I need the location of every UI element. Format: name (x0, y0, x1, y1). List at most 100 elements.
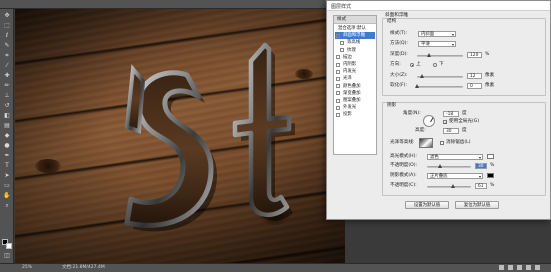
shadow-opacity-input[interactable]: 61 (475, 183, 487, 189)
quick-mask-icon[interactable]: ◫ (3, 253, 11, 259)
depth-input[interactable]: 120 (467, 52, 482, 58)
style-item[interactable]: 等高线 (335, 39, 375, 46)
crop-tool-icon[interactable]: ⌗ (3, 53, 11, 59)
style-item-label: 内发光 (343, 69, 357, 75)
tray-icon[interactable] (526, 265, 531, 270)
style-checkbox[interactable] (336, 84, 340, 89)
styles-list: 样式 混合选项:默认 斜面和浮雕 等高线 纹理 描边 内阴影内发光 光泽 颜色叠加 渐变叠加 图案… (333, 15, 377, 155)
direction-up-radio[interactable] (410, 63, 414, 67)
marquee-tool-icon[interactable]: ⬚ (3, 23, 11, 29)
style-checkbox[interactable] (336, 105, 340, 110)
brush-tool-icon[interactable]: ✏ (3, 83, 11, 89)
style-checkbox[interactable] (336, 69, 340, 74)
clone-stamp-tool-icon[interactable]: ⊥ (3, 93, 11, 99)
style-item[interactable]: 颜色叠加 (335, 83, 375, 90)
highlight-color-swatch[interactable] (487, 154, 494, 159)
styles-header[interactable]: 样式 (334, 16, 376, 24)
style-item-label: 等高线 (347, 40, 361, 46)
quick-select-tool-icon[interactable]: ✎ (3, 43, 11, 49)
tray-icon[interactable] (517, 265, 522, 270)
style-checkbox[interactable] (336, 55, 340, 60)
style-item-label: 光泽 (343, 76, 352, 82)
altitude-label: 高度: (415, 128, 426, 133)
healing-brush-tool-icon[interactable]: ✚ (3, 73, 11, 79)
style-checkbox[interactable] (336, 33, 340, 38)
highlight-opacity-input[interactable]: 30 (475, 163, 487, 169)
style-item[interactable]: 投影 (335, 111, 375, 118)
pen-tool-icon[interactable]: ✒ (3, 153, 11, 159)
angle-input[interactable]: -18 (443, 111, 459, 117)
style-item[interactable]: 渐变叠加 (335, 90, 375, 97)
shadow-color-swatch[interactable] (487, 173, 494, 178)
style-item-label: 投影 (343, 112, 352, 118)
direction-down-label: 下 (439, 62, 444, 67)
tools-panel: ✥ ⬚ ℓ ✎ ⌗ ⁄ ✚ ✏ ⊥ ↺ ◧ ▤ ◆ ● ✒ T ➤ ▭ ✋ ⌕ … (0, 9, 14, 263)
canvas-vignette (15, 9, 345, 263)
style-item[interactable]: 描边 (335, 54, 375, 61)
style-item[interactable]: 斜面和浮雕 (335, 32, 375, 40)
shadow-opacity-slider[interactable] (427, 184, 471, 188)
style-item-label: 内阴影 (343, 62, 357, 67)
document-canvas[interactable] (15, 9, 345, 263)
angle-unit: 度 (462, 111, 467, 116)
style-checkbox[interactable] (336, 91, 340, 96)
style-item[interactable]: 混合选项:默认 (335, 25, 375, 32)
style-item-label: 纹理 (347, 47, 356, 53)
style-item[interactable]: 内阴影 (335, 61, 375, 68)
set-default-button[interactable]: 设置为默认值 (405, 201, 449, 209)
size-label: 大小(Z): (390, 73, 408, 78)
angle-dial[interactable] (423, 115, 435, 127)
tray-icon[interactable] (499, 265, 504, 270)
lasso-tool-icon[interactable]: ℓ (3, 33, 11, 39)
background-color-swatch[interactable] (6, 243, 12, 249)
dialog-title: 图层样式 (331, 4, 352, 10)
style-checkbox[interactable] (336, 76, 340, 81)
size-slider[interactable] (417, 74, 463, 78)
style-checkbox[interactable] (340, 48, 344, 53)
eyedropper-tool-icon[interactable]: ⁄ (3, 63, 11, 69)
history-brush-tool-icon[interactable]: ↺ (3, 103, 11, 109)
move-tool-icon[interactable]: ✥ (3, 13, 11, 19)
tray-icon[interactable] (535, 265, 540, 270)
style-item[interactable]: 外发光 (335, 104, 375, 111)
style-label: 样式(T): (390, 31, 408, 36)
path-selection-tool-icon[interactable]: ➤ (3, 173, 11, 179)
style-item[interactable]: 内发光 (335, 68, 375, 75)
soften-input[interactable]: 0 (467, 83, 482, 89)
reset-default-button[interactable]: 复位为默认值 (455, 201, 499, 209)
gloss-contour-picker[interactable] (419, 138, 433, 148)
tray-icon[interactable] (508, 265, 513, 270)
global-light-checkbox[interactable] (443, 120, 447, 125)
hand-tool-icon[interactable]: ✋ (3, 193, 11, 199)
gradient-tool-icon[interactable]: ▤ (3, 123, 11, 129)
style-checkbox[interactable] (336, 98, 340, 103)
soften-slider[interactable] (415, 84, 463, 88)
eraser-tool-icon[interactable]: ◧ (3, 113, 11, 119)
style-checkbox[interactable] (336, 62, 340, 67)
size-input[interactable]: 12 (467, 73, 482, 79)
style-checkbox[interactable] (340, 40, 344, 45)
altitude-input[interactable]: 30 (443, 128, 459, 134)
style-item[interactable]: 纹理 (335, 47, 375, 54)
style-checkbox[interactable] (336, 112, 340, 117)
blur-tool-icon[interactable]: ◆ (3, 133, 11, 139)
style-item[interactable]: 光泽 (335, 75, 375, 82)
type-tool-icon[interactable]: T (3, 163, 11, 169)
highlight-opacity-unit: % (490, 163, 495, 168)
bevel-style-select[interactable]: 内斜面 (418, 31, 456, 37)
shadow-mode-select[interactable]: 正片叠底 (427, 173, 483, 179)
direction-label: 方向: (390, 62, 401, 67)
dialog-titlebar[interactable]: 图层样式 (327, 1, 550, 11)
shape-tool-icon[interactable]: ▭ (3, 183, 11, 189)
zoom-level[interactable]: 25% (22, 264, 32, 272)
direction-down-radio[interactable] (433, 63, 437, 67)
style-item[interactable]: 图案叠加 (335, 97, 375, 104)
depth-slider[interactable] (417, 53, 463, 57)
highlight-opacity-slider[interactable] (427, 164, 471, 168)
highlight-mode-select[interactable]: 滤色 (427, 154, 483, 160)
zoom-tool-icon[interactable]: ⌕ (3, 203, 11, 209)
technique-select[interactable]: 平滑 (418, 41, 456, 47)
dodge-tool-icon[interactable]: ● (3, 143, 11, 149)
style-item-label: 混合选项:默认 (338, 26, 366, 31)
antialias-checkbox[interactable] (440, 141, 444, 145)
